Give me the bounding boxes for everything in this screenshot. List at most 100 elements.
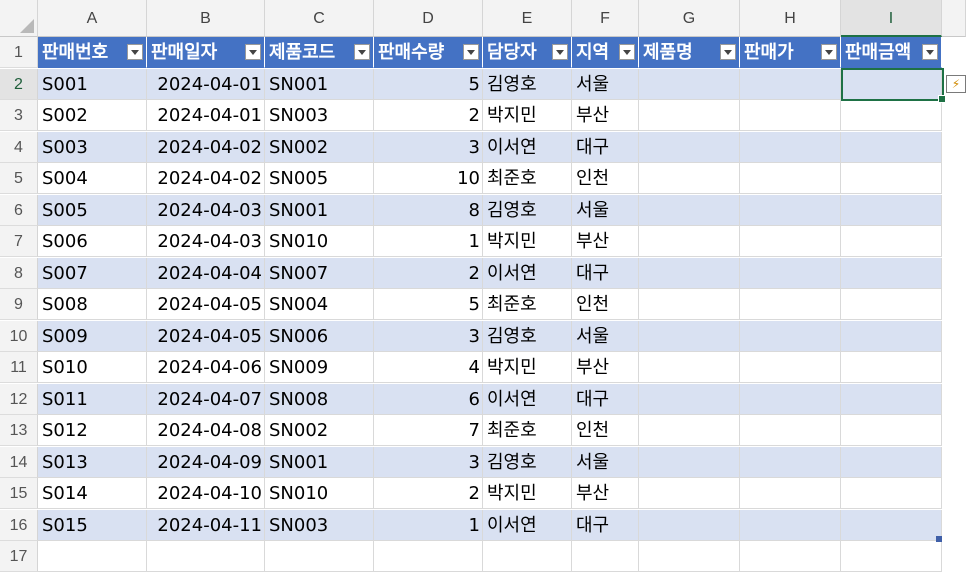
table-cell[interactable]: SN001 (265, 68, 374, 100)
table-cell[interactable]: 이서연 (483, 383, 572, 415)
table-header-cell[interactable]: 담당자 (483, 37, 572, 68)
table-cell[interactable]: 2024-04-03 (147, 194, 265, 226)
table-cell[interactable]: 3 (374, 446, 483, 478)
empty-cell[interactable] (38, 541, 147, 572)
table-cell[interactable]: 서울 (572, 194, 639, 226)
table-cell[interactable]: 대구 (572, 509, 639, 541)
table-cell[interactable]: SN010 (265, 478, 374, 509)
column-header-d[interactable]: D (374, 0, 483, 37)
table-header-cell[interactable]: 판매가 (740, 37, 841, 68)
table-cell[interactable] (841, 257, 942, 289)
table-cell[interactable] (639, 257, 740, 289)
table-cell[interactable]: 2024-04-07 (147, 383, 265, 415)
table-cell[interactable] (740, 100, 841, 131)
row-header-17[interactable]: 17 (0, 541, 38, 572)
column-header-c[interactable]: C (265, 0, 374, 37)
empty-cell[interactable] (265, 541, 374, 572)
row-header-3[interactable]: 3 (0, 100, 38, 131)
table-cell[interactable]: SN003 (265, 509, 374, 541)
table-cell[interactable] (841, 163, 942, 194)
table-cell[interactable] (740, 352, 841, 383)
table-cell[interactable]: SN002 (265, 131, 374, 163)
table-cell[interactable] (639, 100, 740, 131)
table-cell[interactable]: 이서연 (483, 509, 572, 541)
table-cell[interactable]: S004 (38, 163, 147, 194)
column-header-f[interactable]: F (572, 0, 639, 37)
table-cell[interactable] (841, 352, 942, 383)
table-cell[interactable]: 2024-04-03 (147, 226, 265, 257)
column-header-e[interactable]: E (483, 0, 572, 37)
table-cell[interactable]: 박지민 (483, 478, 572, 509)
table-cell[interactable]: 대구 (572, 383, 639, 415)
table-header-cell[interactable]: 제품명 (639, 37, 740, 68)
column-header-g[interactable]: G (639, 0, 740, 37)
table-header-cell[interactable]: 판매일자 (147, 37, 265, 68)
empty-cell[interactable] (147, 541, 265, 572)
table-cell[interactable]: S013 (38, 446, 147, 478)
table-cell[interactable]: 인천 (572, 289, 639, 320)
table-cell[interactable]: S015 (38, 509, 147, 541)
table-cell[interactable]: 2 (374, 478, 483, 509)
table-cell[interactable]: 10 (374, 163, 483, 194)
table-cell[interactable]: SN001 (265, 194, 374, 226)
table-cell[interactable]: 2024-04-05 (147, 289, 265, 320)
table-cell[interactable]: 2 (374, 100, 483, 131)
table-cell[interactable]: S010 (38, 352, 147, 383)
table-cell[interactable]: 대구 (572, 257, 639, 289)
table-cell[interactable]: 6 (374, 383, 483, 415)
table-cell[interactable]: S001 (38, 68, 147, 100)
table-cell[interactable]: 인천 (572, 163, 639, 194)
table-cell[interactable]: 서울 (572, 68, 639, 100)
table-cell[interactable]: 이서연 (483, 257, 572, 289)
table-cell[interactable] (639, 68, 740, 100)
table-cell[interactable] (841, 100, 942, 131)
table-cell[interactable] (639, 509, 740, 541)
column-header-b[interactable]: B (147, 0, 265, 37)
table-cell[interactable]: SN005 (265, 163, 374, 194)
table-cell[interactable]: 4 (374, 352, 483, 383)
filter-dropdown-icon[interactable] (354, 44, 370, 60)
empty-cell[interactable] (639, 541, 740, 572)
table-header-cell[interactable]: 제품코드 (265, 37, 374, 68)
table-cell[interactable] (740, 68, 841, 100)
row-header-15[interactable]: 15 (0, 478, 38, 509)
table-resize-handle[interactable] (936, 536, 942, 542)
table-cell[interactable]: SN001 (265, 446, 374, 478)
table-cell[interactable] (740, 509, 841, 541)
row-header-13[interactable]: 13 (0, 415, 38, 446)
table-cell[interactable]: 2024-04-11 (147, 509, 265, 541)
row-header-10[interactable]: 10 (0, 320, 38, 352)
table-cell[interactable]: 대구 (572, 131, 639, 163)
table-cell[interactable] (841, 509, 942, 541)
table-cell[interactable] (841, 320, 942, 352)
table-cell[interactable] (841, 131, 942, 163)
table-cell[interactable]: 8 (374, 194, 483, 226)
row-header-9[interactable]: 9 (0, 289, 38, 320)
table-cell[interactable]: 서울 (572, 446, 639, 478)
table-cell[interactable]: 김영호 (483, 68, 572, 100)
table-cell[interactable] (740, 415, 841, 446)
table-cell[interactable]: 2024-04-06 (147, 352, 265, 383)
table-cell[interactable] (841, 289, 942, 320)
empty-cell[interactable] (572, 541, 639, 572)
empty-cell[interactable] (740, 541, 841, 572)
table-cell[interactable]: S006 (38, 226, 147, 257)
table-cell[interactable]: 2024-04-05 (147, 320, 265, 352)
table-cell[interactable]: 박지민 (483, 226, 572, 257)
table-cell[interactable] (740, 257, 841, 289)
table-cell[interactable]: 박지민 (483, 100, 572, 131)
table-cell[interactable] (740, 131, 841, 163)
row-header-5[interactable]: 5 (0, 163, 38, 194)
row-header-2[interactable]: 2 (0, 68, 38, 100)
table-cell[interactable] (639, 383, 740, 415)
empty-cell[interactable] (841, 541, 942, 572)
table-cell[interactable]: 2024-04-02 (147, 163, 265, 194)
table-cell[interactable] (740, 478, 841, 509)
table-cell[interactable]: 김영호 (483, 194, 572, 226)
table-cell[interactable]: 5 (374, 289, 483, 320)
table-cell[interactable]: 1 (374, 226, 483, 257)
empty-cell[interactable] (483, 541, 572, 572)
fill-handle[interactable] (938, 95, 946, 103)
table-cell[interactable] (740, 446, 841, 478)
table-cell[interactable]: 부산 (572, 100, 639, 131)
